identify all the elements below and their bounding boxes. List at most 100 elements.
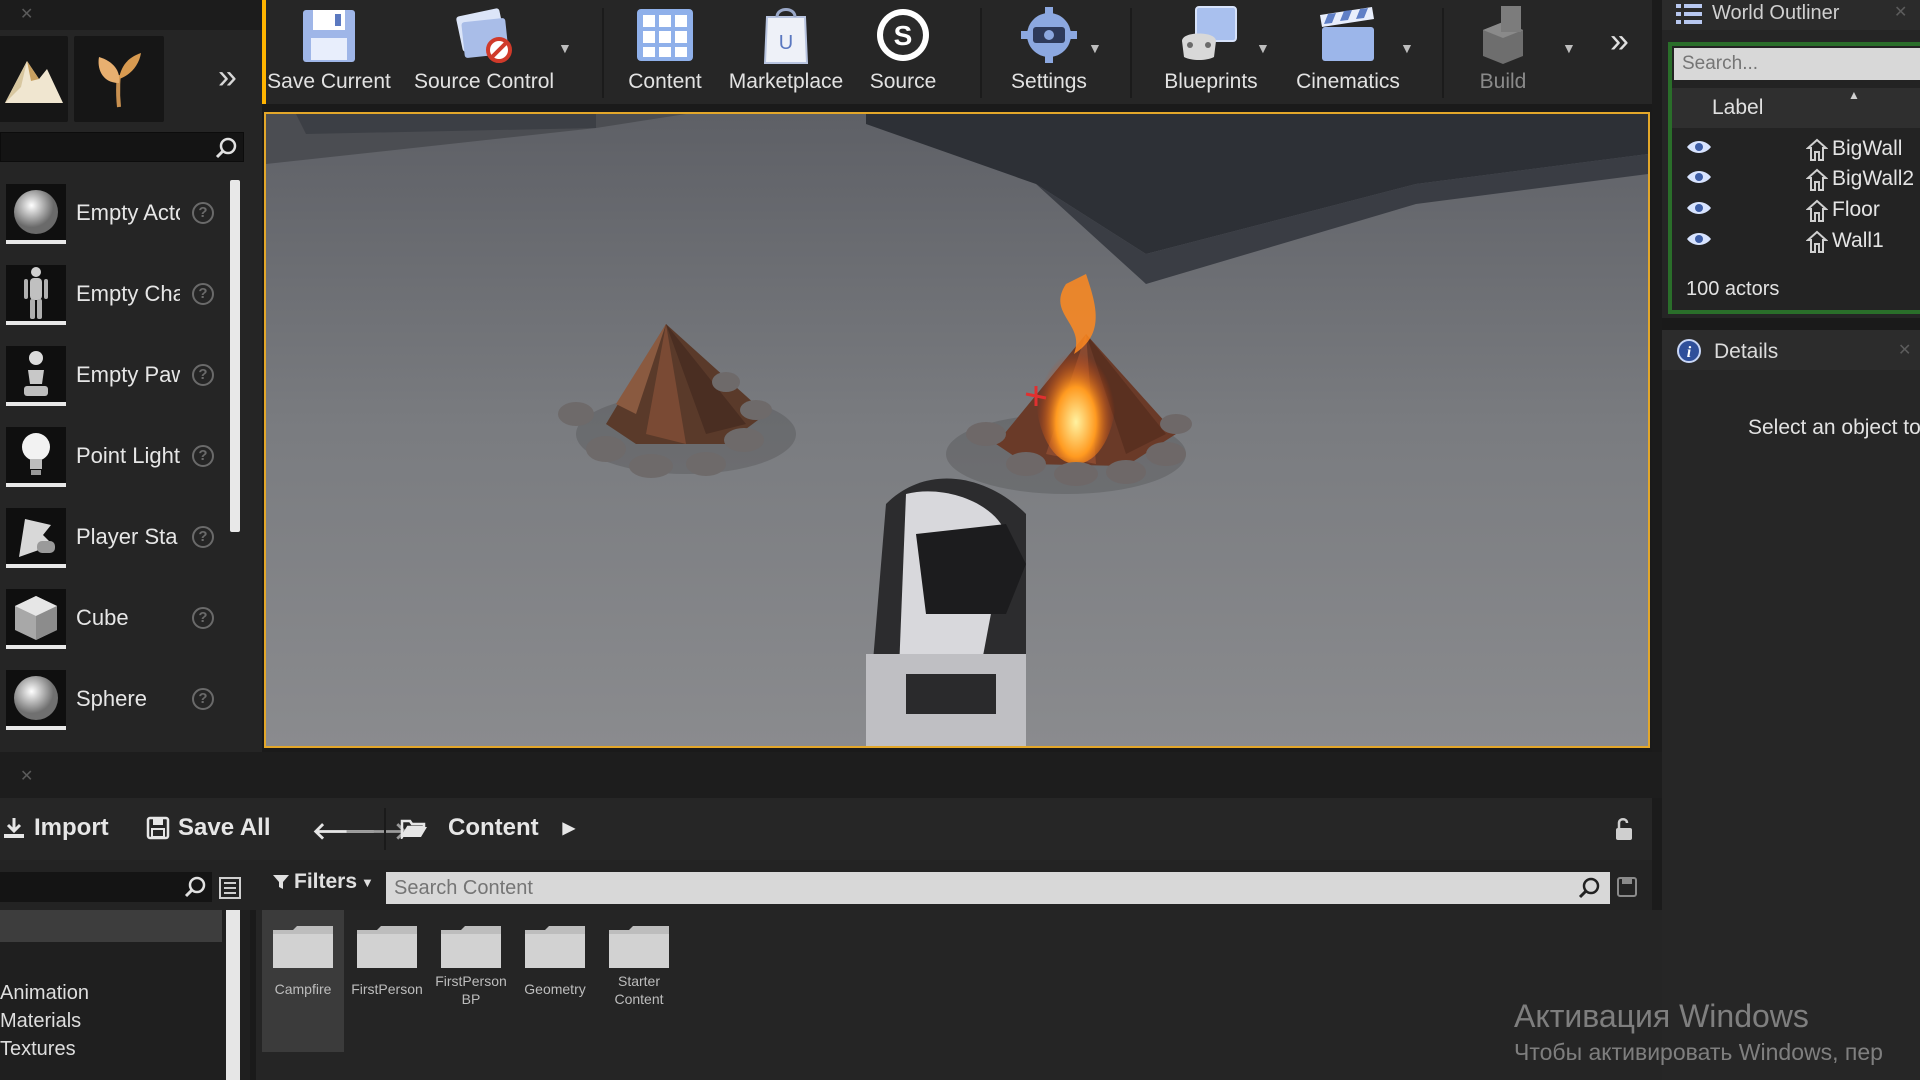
help-icon[interactable]: ?: [192, 283, 214, 305]
view-options-icon[interactable]: [218, 876, 242, 900]
place-item-player-start[interactable]: Player Sta ?: [0, 504, 240, 585]
place-item-empty-pawn[interactable]: Empty Paw ?: [0, 342, 240, 423]
outliner-row[interactable]: BigWall2: [1672, 164, 1920, 194]
path-content-label: Content: [448, 814, 539, 841]
actor-icon: [1806, 199, 1828, 222]
save-all-button[interactable]: Save All: [146, 814, 271, 842]
chevron-down-icon[interactable]: ▼: [1088, 40, 1102, 56]
path-content-button[interactable]: Content ▶: [400, 814, 575, 842]
folder-open-icon: [400, 819, 427, 839]
scrollbar[interactable]: [230, 180, 240, 532]
folder-tile[interactable]: Campfire: [262, 910, 344, 1052]
build-button[interactable]: Build: [1458, 0, 1548, 100]
label-column-header[interactable]: Label ▲: [1672, 88, 1920, 128]
lock-icon[interactable]: [1610, 816, 1636, 842]
outliner-search-input[interactable]: [1674, 48, 1920, 80]
viewport-scene: [266, 114, 1648, 746]
close-icon[interactable]: ✕: [20, 766, 33, 786]
help-icon[interactable]: ?: [192, 202, 214, 224]
help-icon[interactable]: ?: [192, 445, 214, 467]
place-item-empty-actor[interactable]: Empty Acto ?: [0, 180, 240, 261]
source-control-button[interactable]: Source Control: [414, 0, 554, 100]
chevron-right-icon[interactable]: »: [218, 58, 237, 97]
place-mode-button[interactable]: [0, 36, 68, 122]
import-label: Import: [34, 814, 109, 841]
world-outliner-panel: World Outliner ✕ Label ▲ BigWall BigWall…: [1662, 0, 1920, 318]
place-item-cube[interactable]: Cube ?: [0, 585, 240, 666]
save-search-icon[interactable]: [1616, 876, 1638, 898]
folder-tile[interactable]: FirstPerson BP: [430, 910, 512, 1052]
folder-tile[interactable]: Geometry: [514, 910, 596, 1052]
svg-text:U: U: [779, 32, 793, 54]
outliner-row[interactable]: BigWall: [1672, 134, 1920, 164]
tree-selected-row[interactable]: [0, 910, 222, 942]
content-sources-tree: Animation Materials Textures: [0, 910, 250, 1080]
outliner-row[interactable]: Floor: [1672, 195, 1920, 225]
place-item-label: Sphere: [76, 686, 147, 711]
world-outliner-title: World Outliner: [1712, 2, 1840, 24]
place-actor-list: Empty Acto ? Empty Cha ? Empty Paw ? Poi…: [0, 180, 240, 747]
tree-item[interactable]: Materials: [0, 1010, 220, 1033]
eye-icon[interactable]: [1686, 200, 1712, 216]
cinematics-button[interactable]: Cinematics: [1286, 0, 1410, 100]
folder-icon: [525, 926, 585, 968]
outliner-search-field[interactable]: [1674, 48, 1920, 80]
eye-icon[interactable]: [1686, 231, 1712, 247]
place-item-empty-character[interactable]: Empty Cha ?: [0, 261, 240, 342]
chevron-down-icon[interactable]: ▼: [558, 40, 572, 56]
toolbar-separator: [980, 8, 982, 98]
search-icon: [184, 876, 206, 898]
eye-icon[interactable]: [1686, 169, 1712, 185]
modes-panel: ✕ » Empty Acto ? Empty Cha ? Empty Paw ?…: [0, 0, 262, 752]
foliage-mode-button[interactable]: [74, 36, 164, 122]
blueprint-gamepad-icon: [1182, 6, 1237, 60]
help-icon[interactable]: ?: [192, 607, 214, 629]
save-current-button[interactable]: Save Current: [267, 0, 391, 100]
chevron-down-icon[interactable]: ▼: [1256, 40, 1270, 56]
actor-icon: [1806, 168, 1828, 191]
help-icon[interactable]: ?: [192, 688, 214, 710]
search-icon: [215, 137, 237, 159]
folder-tile[interactable]: Starter Content: [598, 910, 680, 1052]
source-button[interactable]: S Source: [858, 0, 948, 100]
close-icon[interactable]: ✕: [1894, 2, 1907, 22]
actor-icon: [1806, 230, 1828, 253]
content-button[interactable]: Content: [620, 0, 710, 100]
sources-search-input[interactable]: [0, 872, 212, 902]
watermark-title: Активация Windows: [1514, 998, 1809, 1034]
sphere-icon: [6, 670, 66, 730]
chevron-right-icon[interactable]: »: [1610, 22, 1629, 61]
content-search-field[interactable]: [386, 872, 1610, 904]
actor-count: 100 actors: [1686, 278, 1780, 300]
folder-tile[interactable]: FirstPerson: [346, 910, 428, 1052]
forward-arrow-icon[interactable]: 🡒: [344, 816, 408, 846]
import-button[interactable]: Import: [2, 814, 109, 842]
marketplace-button[interactable]: U Marketplace: [724, 0, 848, 100]
chevron-down-icon[interactable]: ▼: [1562, 40, 1576, 56]
toolbar-accent-bar: [262, 0, 266, 104]
place-search-input[interactable]: [0, 132, 244, 162]
watermark-subtitle: Чтобы активировать Windows, пер: [1514, 1039, 1883, 1065]
toolbar-separator: [1130, 8, 1132, 98]
level-viewport[interactable]: [264, 112, 1650, 748]
place-item-sphere[interactable]: Sphere ?: [0, 666, 240, 747]
eye-icon[interactable]: [1686, 139, 1712, 155]
outliner-row[interactable]: Wall1: [1672, 226, 1920, 256]
chevron-down-icon[interactable]: ▼: [1400, 40, 1414, 56]
filters-button[interactable]: Filters ▼: [272, 870, 374, 894]
place-item-label: Player Sta: [76, 524, 178, 549]
source-logo-icon: S: [877, 9, 929, 61]
help-icon[interactable]: ?: [192, 526, 214, 548]
close-icon[interactable]: ✕: [1898, 340, 1911, 360]
sort-ascending-icon[interactable]: ▲: [1848, 88, 1860, 102]
tree-item[interactable]: Textures: [0, 1038, 220, 1061]
place-item-point-light[interactable]: Point Light ?: [0, 423, 240, 504]
close-icon[interactable]: ✕: [20, 4, 33, 24]
scrollbar[interactable]: [226, 910, 240, 1080]
chevron-right-icon[interactable]: ▶: [563, 818, 575, 838]
content-label: Content: [628, 70, 702, 93]
content-search-input[interactable]: [386, 872, 1610, 904]
actor-icon: [1806, 138, 1828, 161]
help-icon[interactable]: ?: [192, 364, 214, 386]
tree-item[interactable]: Animation: [0, 982, 220, 1005]
